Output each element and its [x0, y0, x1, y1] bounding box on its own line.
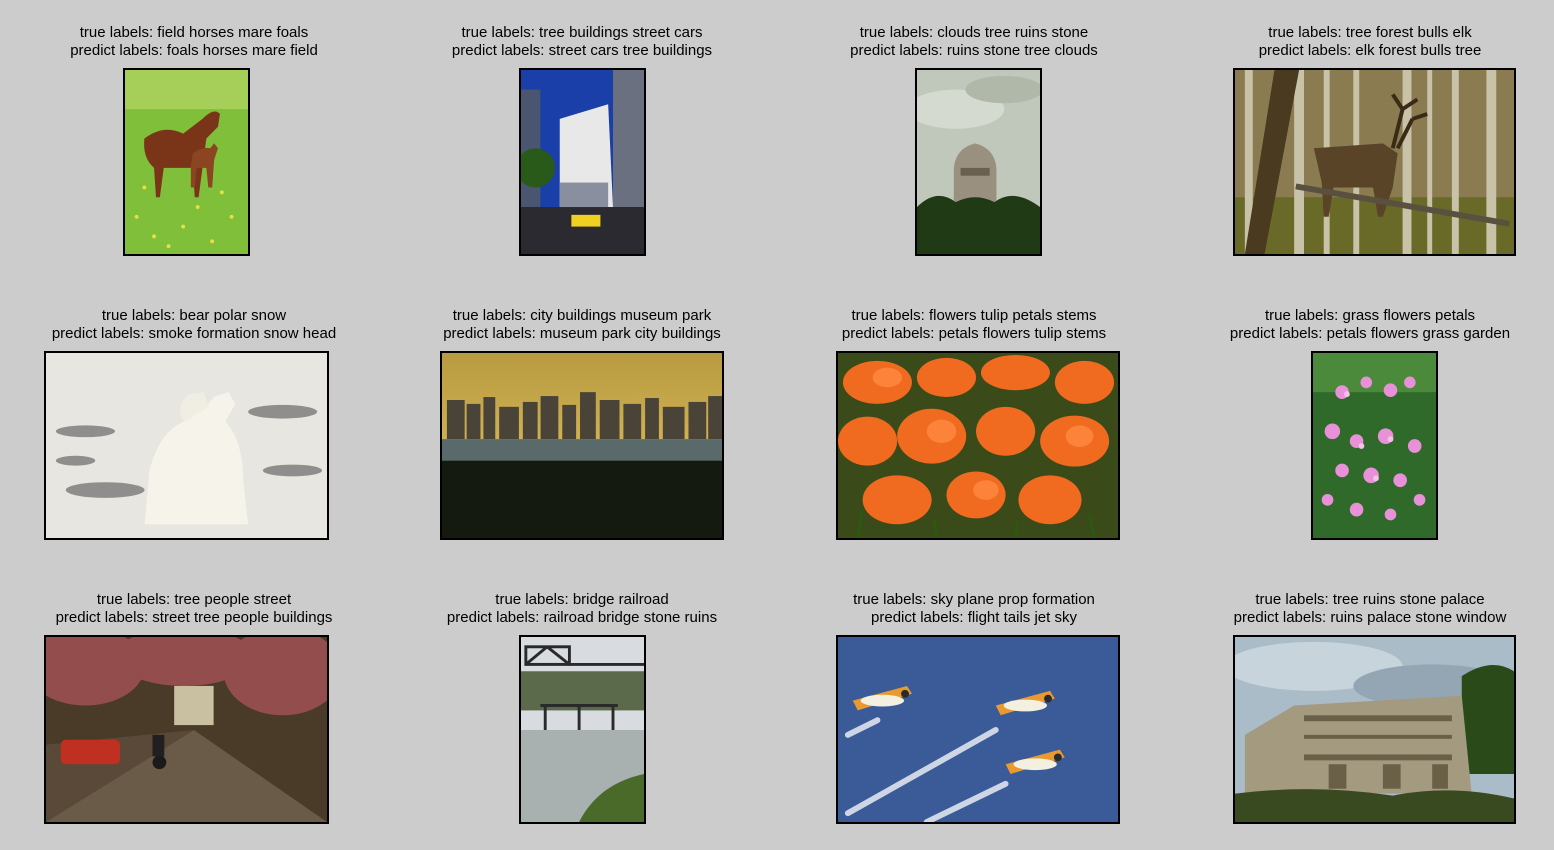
caption: true labels: clouds tree ruins stone pre…: [780, 24, 1168, 60]
city-skyline-photo: [440, 351, 724, 540]
caption: true labels: flowers tulip petals stems …: [780, 307, 1168, 343]
predict-labels: predict labels: ruins palace stone windo…: [1233, 609, 1507, 626]
caption: true labels: tree buildings street cars …: [388, 24, 776, 60]
predict-labels: predict labels: petals flowers grass gar…: [1229, 325, 1511, 342]
predict-labels: predict labels: petals flowers tulip ste…: [841, 325, 1107, 342]
tulips-photo: [836, 351, 1120, 540]
horses-photo: [123, 68, 250, 256]
ruins-tower-photo: [915, 68, 1042, 256]
elk-forest-photo: [1233, 68, 1516, 256]
caption: true labels: bear polar snow predict lab…: [0, 307, 388, 343]
caption: true labels: city buildings museum park …: [388, 307, 776, 343]
true-labels: true labels: tree people street: [96, 591, 292, 608]
caption: true labels: sky plane prop formation pr…: [780, 591, 1168, 627]
predict-labels: predict labels: flight tails jet sky: [871, 609, 1077, 626]
true-labels: true labels: city buildings museum park: [452, 307, 712, 324]
true-labels: true labels: tree ruins stone palace: [1255, 591, 1485, 608]
caption: true labels: tree ruins stone palace pre…: [1176, 591, 1554, 627]
true-labels: true labels: grass flowers petals: [1264, 307, 1476, 324]
true-labels: true labels: sky plane prop formation: [853, 591, 1095, 608]
palace-ruins-photo: [1233, 635, 1516, 824]
caption: true labels: bridge railroad predict lab…: [388, 591, 776, 627]
railroad-bridge-photo: [519, 635, 646, 824]
predict-labels: predict labels: street cars tree buildin…: [451, 42, 713, 59]
predict-labels: predict labels: ruins stone tree clouds: [850, 42, 1098, 59]
city-street-photo: [519, 68, 646, 256]
predict-labels: predict labels: railroad bridge stone ru…: [446, 609, 718, 626]
predict-labels: predict labels: street tree people build…: [55, 609, 333, 626]
polar-bears-photo: [44, 351, 329, 540]
predict-labels: predict labels: foals horses mare field: [70, 42, 318, 59]
caption: true labels: field horses mare foals pre…: [0, 24, 388, 60]
true-labels: true labels: bridge railroad: [495, 591, 669, 608]
tree-street-photo: [44, 635, 329, 824]
true-labels: true labels: tree forest bulls elk: [1268, 24, 1472, 41]
true-labels: true labels: tree buildings street cars: [461, 24, 703, 41]
true-labels: true labels: flowers tulip petals stems: [851, 307, 1097, 324]
pink-flowers-photo: [1311, 351, 1438, 540]
true-labels: true labels: bear polar snow: [101, 307, 287, 324]
caption: true labels: tree people street predict …: [0, 591, 388, 627]
true-labels: true labels: clouds tree ruins stone: [859, 24, 1089, 41]
caption: true labels: tree forest bulls elk predi…: [1176, 24, 1554, 60]
caption: true labels: grass flowers petals predic…: [1176, 307, 1554, 343]
plane-formation-photo: [836, 635, 1120, 824]
predict-labels: predict labels: smoke formation snow hea…: [51, 325, 337, 342]
predict-labels: predict labels: elk forest bulls tree: [1258, 42, 1482, 59]
predict-labels: predict labels: museum park city buildin…: [443, 325, 721, 342]
true-labels: true labels: field horses mare foals: [79, 24, 309, 41]
